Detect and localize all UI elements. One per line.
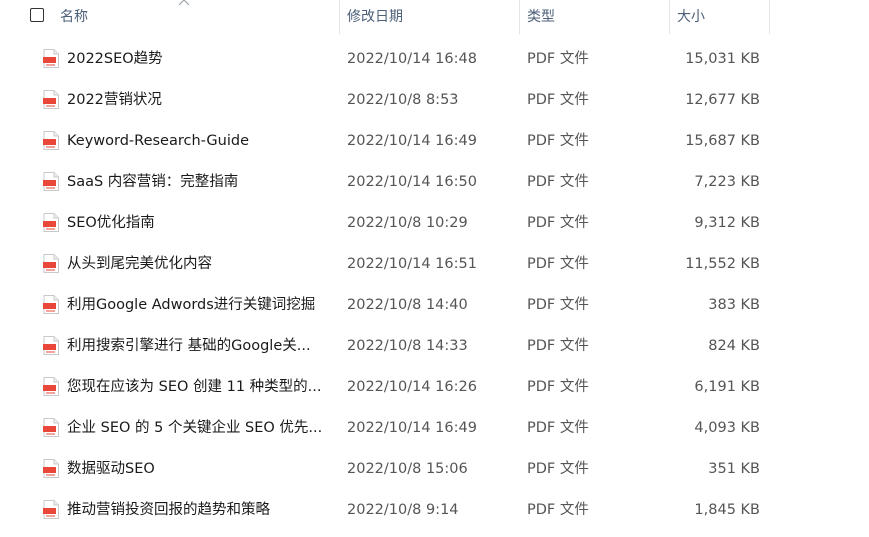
file-size: 1,845 KB [694,502,760,518]
file-rows: 2022SEO趋势 2022/10/14 16:48 PDF 文件 15,031… [0,39,869,531]
column-header-date-modified[interactable]: 修改日期 [340,0,519,34]
pdf-file-icon [43,418,59,437]
file-size: 9,312 KB [694,215,760,231]
column-divider[interactable] [769,0,770,34]
file-list: 名称 修改日期 类型 大小 2022SEO趋势 2022/10/14 16:48… [0,0,869,537]
file-size: 6,191 KB [694,379,760,395]
file-row[interactable]: 从头到尾完美优化内容 2022/10/14 16:51 PDF 文件 11,55… [0,244,869,285]
file-type: PDF 文件 [527,297,589,313]
file-size: 7,223 KB [694,174,760,190]
pdf-file-icon [43,172,59,191]
file-date-modified: 2022/10/8 14:33 [347,338,468,354]
file-name: 2022营销状况 [67,92,162,108]
file-name: 利用Google Adwords进行关键词挖掘 [67,297,316,313]
pdf-file-icon [43,131,59,150]
file-type: PDF 文件 [527,174,589,190]
pdf-file-icon [43,295,59,314]
file-name: SEO优化指南 [67,215,155,231]
file-type: PDF 文件 [527,502,589,518]
file-type: PDF 文件 [527,420,589,436]
pdf-file-icon [43,377,59,396]
file-name: SaaS 内容营销：完整指南 [67,174,239,190]
file-date-modified: 2022/10/14 16:48 [347,51,477,67]
file-size: 15,031 KB [685,51,760,67]
file-name: 2022SEO趋势 [67,51,163,67]
file-row[interactable]: 推动营销投资回报的趋势和策略 2022/10/8 9:14 PDF 文件 1,8… [0,490,869,531]
file-size: 12,677 KB [685,92,760,108]
column-header-name[interactable]: 名称 [60,0,339,34]
pdf-file-icon [43,90,59,109]
file-row[interactable]: 企业 SEO 的 5 个关键企业 SEO 优先... 2022/10/14 16… [0,408,869,449]
column-header-row: 名称 修改日期 类型 大小 [0,0,869,34]
file-row[interactable]: 利用搜索引擎进行 基础的Google关... 2022/10/8 14:33 P… [0,326,869,367]
file-name: 从头到尾完美优化内容 [67,256,212,272]
file-date-modified: 2022/10/8 10:29 [347,215,468,231]
checkbox-icon[interactable] [30,8,44,22]
file-name: 企业 SEO 的 5 个关键企业 SEO 优先... [67,420,323,436]
file-row[interactable]: 数据驱动SEO 2022/10/8 15:06 PDF 文件 351 KB [0,449,869,490]
column-header-size[interactable]: 大小 [670,0,769,34]
file-size: 824 KB [708,338,760,354]
file-name: 利用搜索引擎进行 基础的Google关... [67,338,311,354]
pdf-file-icon [43,459,59,478]
file-type: PDF 文件 [527,256,589,272]
pdf-file-icon [43,213,59,232]
file-row[interactable]: 利用Google Adwords进行关键词挖掘 2022/10/8 14:40 … [0,285,869,326]
file-date-modified: 2022/10/8 14:40 [347,297,468,313]
file-name: 数据驱动SEO [67,461,155,477]
file-size: 383 KB [708,297,760,313]
file-row[interactable]: SEO优化指南 2022/10/8 10:29 PDF 文件 9,312 KB [0,203,869,244]
pdf-file-icon [43,49,59,68]
file-name: 您现在应该为 SEO 创建 11 种类型的... [67,379,322,395]
file-type: PDF 文件 [527,133,589,149]
file-name: 推动营销投资回报的趋势和策略 [67,502,270,518]
file-name: Keyword-Research-Guide [67,133,250,149]
file-date-modified: 2022/10/8 15:06 [347,461,468,477]
file-size: 351 KB [708,461,760,477]
file-row[interactable]: 2022营销状况 2022/10/8 8:53 PDF 文件 12,677 KB [0,80,869,121]
file-date-modified: 2022/10/14 16:26 [347,379,477,395]
file-row[interactable]: SaaS 内容营销：完整指南 2022/10/14 16:50 PDF 文件 7… [0,162,869,203]
file-date-modified: 2022/10/14 16:49 [347,133,477,149]
file-type: PDF 文件 [527,379,589,395]
pdf-file-icon [43,336,59,355]
sort-up-arrow-icon [178,0,190,6]
file-date-modified: 2022/10/8 9:14 [347,502,459,518]
file-size: 15,687 KB [685,133,760,149]
file-row[interactable]: 2022SEO趋势 2022/10/14 16:48 PDF 文件 15,031… [0,39,869,80]
file-date-modified: 2022/10/14 16:49 [347,420,477,436]
column-header-type[interactable]: 类型 [520,0,669,34]
file-size: 11,552 KB [685,256,760,272]
file-type: PDF 文件 [527,215,589,231]
file-date-modified: 2022/10/8 8:53 [347,92,459,108]
file-type: PDF 文件 [527,338,589,354]
file-type: PDF 文件 [527,461,589,477]
pdf-file-icon [43,254,59,273]
file-type: PDF 文件 [527,92,589,108]
file-date-modified: 2022/10/14 16:51 [347,256,477,272]
file-date-modified: 2022/10/14 16:50 [347,174,477,190]
file-size: 4,093 KB [694,420,760,436]
file-row[interactable]: 您现在应该为 SEO 创建 11 种类型的... 2022/10/14 16:2… [0,367,869,408]
file-row[interactable]: Keyword-Research-Guide 2022/10/14 16:49 … [0,121,869,162]
file-type: PDF 文件 [527,51,589,67]
pdf-file-icon [43,500,59,519]
